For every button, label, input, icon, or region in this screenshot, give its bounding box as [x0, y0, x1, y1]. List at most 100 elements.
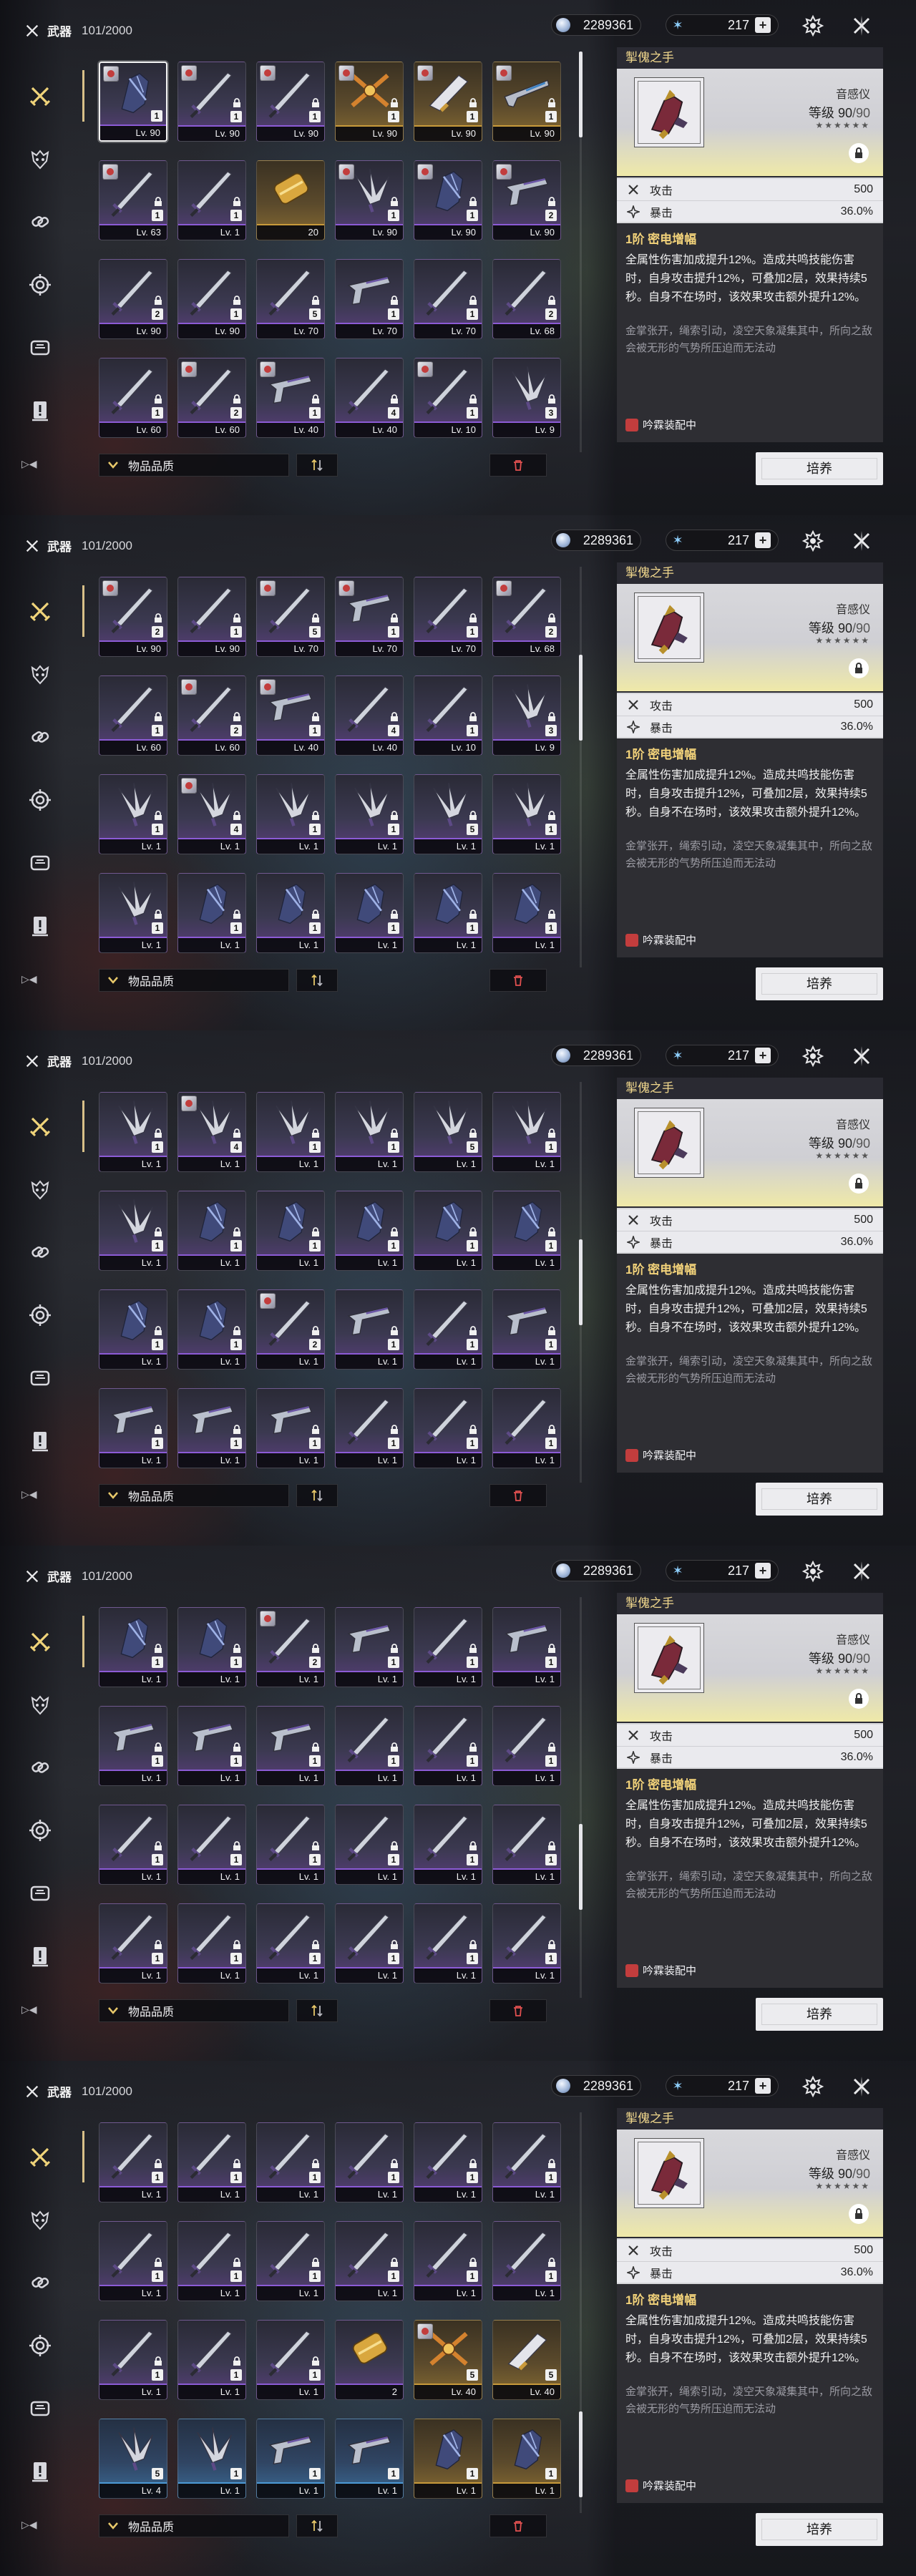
- weapon-card[interactable]: 1 Lv. 1: [177, 2122, 246, 2202]
- weapon-card[interactable]: 1 Lv. 1: [335, 2122, 404, 2202]
- weapon-card[interactable]: 2 Lv. 90: [492, 160, 561, 240]
- nav-item-target-gear[interactable]: [17, 1799, 63, 1862]
- lock-toggle-button[interactable]: [849, 1174, 869, 1194]
- nav-item-notice[interactable]: [17, 379, 63, 442]
- nav-item-echo-link[interactable]: [17, 706, 63, 769]
- nav-item-echo-link[interactable]: [17, 190, 63, 253]
- nav-item-target-gear[interactable]: [17, 1284, 63, 1347]
- nav-toggle[interactable]: ▷◀: [21, 2519, 37, 2531]
- nav-item-echo-link[interactable]: [17, 1221, 63, 1284]
- weapon-card[interactable]: 1 Lv. 1: [177, 1607, 246, 1687]
- weapon-card[interactable]: 2 Lv. 90: [99, 577, 167, 657]
- nav-toggle[interactable]: ▷◀: [21, 458, 37, 470]
- nav-item-notice[interactable]: [17, 1410, 63, 1473]
- weapon-card[interactable]: 1 Lv. 1: [492, 1092, 561, 1172]
- close-button[interactable]: [847, 527, 876, 555]
- lock-toggle-button[interactable]: [849, 143, 869, 163]
- weapon-card[interactable]: 1 Lv. 1: [492, 1191, 561, 1271]
- weapon-card[interactable]: 1 Lv. 1: [99, 1289, 167, 1370]
- dismantle-button[interactable]: [489, 1999, 547, 2022]
- weapon-card[interactable]: 1 Lv. 70: [335, 259, 404, 339]
- weapon-card[interactable]: 2 Lv. 68: [492, 259, 561, 339]
- nav-item-notice[interactable]: [17, 2440, 63, 2503]
- weapon-card[interactable]: 1 Lv. 1: [177, 1805, 246, 1885]
- weapon-card[interactable]: 1 Lv. 1: [492, 1289, 561, 1370]
- weapon-card[interactable]: 1 Lv. 90: [414, 160, 482, 240]
- weapon-card[interactable]: 1 Lv. 1: [335, 1289, 404, 1370]
- weapon-card[interactable]: 1 Lv. 1: [492, 2122, 561, 2202]
- sort-order-button[interactable]: [296, 2514, 338, 2537]
- cultivate-button[interactable]: 培养: [756, 1998, 883, 2031]
- weapon-card[interactable]: 1 Lv. 1: [492, 2221, 561, 2301]
- weapon-card[interactable]: 1 Lv. 1: [256, 2320, 325, 2400]
- weapon-card[interactable]: 1 Lv. 1: [99, 2221, 167, 2301]
- weapon-card[interactable]: 20: [256, 160, 325, 240]
- weapon-card[interactable]: 1 Lv. 60: [99, 675, 167, 756]
- weapon-card[interactable]: 5 Lv. 40: [414, 2320, 482, 2400]
- weapon-card[interactable]: 3 Lv. 9: [492, 358, 561, 438]
- scrollbar-thumb[interactable]: [579, 2411, 583, 2497]
- weapon-card[interactable]: 1 Lv. 1: [414, 1903, 482, 1984]
- weapon-card[interactable]: 1 Lv. 1: [414, 2221, 482, 2301]
- weapon-card[interactable]: 1 Lv. 10: [414, 358, 482, 438]
- cultivate-button[interactable]: 培养: [756, 967, 883, 1000]
- weapon-card[interactable]: 1 Lv. 90: [414, 62, 482, 142]
- scrollbar-thumb[interactable]: [579, 655, 583, 741]
- weapon-card[interactable]: 1 Lv. 90: [177, 259, 246, 339]
- close-button[interactable]: [847, 11, 876, 40]
- close-button[interactable]: [847, 2072, 876, 2101]
- add-currency-button[interactable]: +: [755, 1563, 771, 1579]
- weapon-card[interactable]: 1 Lv. 1: [99, 2320, 167, 2400]
- weapon-card[interactable]: 1 Lv. 1: [414, 1388, 482, 1468]
- nav-toggle[interactable]: ▷◀: [21, 1488, 37, 1501]
- weapon-card[interactable]: 1 Lv. 1: [256, 2122, 325, 2202]
- weapon-card[interactable]: 1 Lv. 1: [256, 2221, 325, 2301]
- sort-order-button[interactable]: [296, 454, 338, 477]
- weapon-card[interactable]: 1 Lv. 1: [99, 873, 167, 953]
- weapon-card[interactable]: 1 Lv. 1: [414, 873, 482, 953]
- quality-filter-button[interactable]: 物品品质: [99, 969, 289, 992]
- weapon-card[interactable]: 1 Lv. 1: [177, 1903, 246, 1984]
- settings-button[interactable]: [799, 1042, 827, 1070]
- weapon-card[interactable]: 1 Lv. 1: [256, 1706, 325, 1786]
- weapon-card[interactable]: 1 Lv. 1: [256, 2419, 325, 2499]
- weapon-card[interactable]: 1 Lv. 1: [99, 1805, 167, 1885]
- weapon-card[interactable]: 1 Lv. 10: [414, 675, 482, 756]
- weapon-card[interactable]: 1 Lv. 1: [414, 1607, 482, 1687]
- nav-item-crossed-swords[interactable]: [17, 1610, 84, 1673]
- weapon-card[interactable]: 1 Lv. 1: [177, 2419, 246, 2499]
- weapon-card[interactable]: 4 Lv. 1: [177, 1092, 246, 1172]
- weapon-card[interactable]: 2 Lv. 60: [177, 675, 246, 756]
- weapon-card[interactable]: 1 Lv. 1: [414, 1805, 482, 1885]
- weapon-card[interactable]: 1 Lv. 1: [99, 774, 167, 854]
- weapon-card[interactable]: 1 Lv. 1: [335, 774, 404, 854]
- quality-filter-button[interactable]: 物品品质: [99, 1484, 289, 1507]
- weapon-card[interactable]: 1 Lv. 1: [256, 1805, 325, 1885]
- weapon-card[interactable]: 1 Lv. 1: [177, 1289, 246, 1370]
- dismantle-button[interactable]: [489, 454, 547, 477]
- quality-filter-button[interactable]: 物品品质: [99, 1999, 289, 2022]
- close-button[interactable]: [847, 1042, 876, 1070]
- weapon-card[interactable]: 1 Lv. 90: [177, 62, 246, 142]
- weapon-card[interactable]: 1 Lv. 1: [177, 160, 246, 240]
- dismantle-button[interactable]: [489, 969, 547, 992]
- weapon-card[interactable]: 4 Lv. 1: [177, 774, 246, 854]
- weapon-card[interactable]: 5 Lv. 1: [414, 1092, 482, 1172]
- weapon-card[interactable]: 1 Lv. 1: [335, 1706, 404, 1786]
- weapon-card[interactable]: 2 Lv. 60: [177, 358, 246, 438]
- weapon-card[interactable]: 1 Lv. 1: [177, 2221, 246, 2301]
- weapon-card[interactable]: 1 Lv. 1: [335, 873, 404, 953]
- nav-item-demon-mask[interactable]: [17, 1673, 63, 1736]
- sort-order-button[interactable]: [296, 969, 338, 992]
- weapon-card[interactable]: 5 Lv. 4: [99, 2419, 167, 2499]
- add-currency-button[interactable]: +: [755, 1048, 771, 1063]
- settings-button[interactable]: [799, 1557, 827, 1586]
- weapon-card[interactable]: 1 Lv. 1: [335, 1607, 404, 1687]
- weapon-card[interactable]: 1 Lv. 1: [335, 2221, 404, 2301]
- weapon-card[interactable]: 1 Lv. 1: [256, 1903, 325, 1984]
- weapon-card[interactable]: 1 Lv. 1: [414, 2419, 482, 2499]
- settings-button[interactable]: [799, 2072, 827, 2101]
- weapon-card[interactable]: 1 Lv. 1: [256, 774, 325, 854]
- weapon-card[interactable]: 1 Lv. 1: [492, 1607, 561, 1687]
- scrollbar-thumb[interactable]: [579, 1824, 583, 1910]
